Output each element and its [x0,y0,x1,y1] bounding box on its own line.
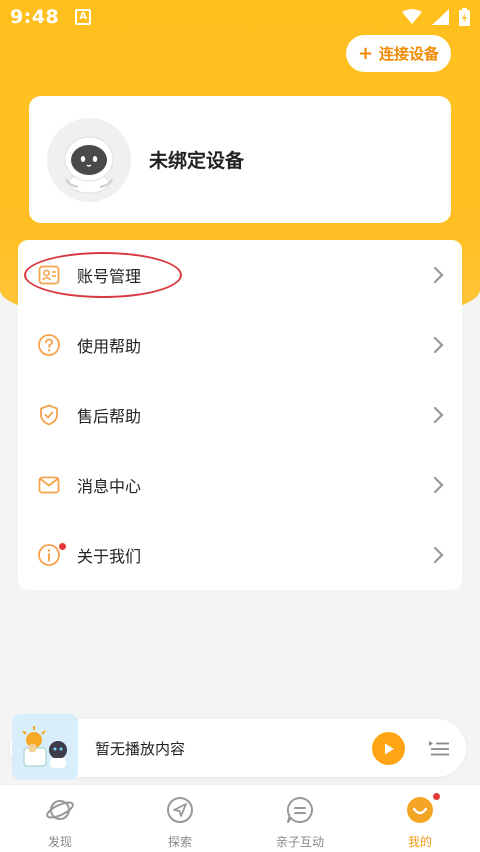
chevron-right-icon [433,266,444,284]
tab-explore[interactable]: 探索 [120,785,240,852]
info-circle-icon [38,544,60,566]
tab-label: 探索 [167,835,192,849]
tab-discover[interactable]: 发现 [0,785,120,852]
connect-device-button[interactable]: + 连接设备 [346,35,451,72]
tab-label: 亲子互动 [275,835,324,849]
chevron-right-icon [433,546,444,564]
chevron-right-icon [433,476,444,494]
playlist-button[interactable] [428,739,450,757]
shield-check-icon [40,404,58,426]
menu-item-after-sales[interactable]: 售后帮助 [18,380,462,450]
menu-item-label: 使用帮助 [77,337,142,356]
menu-item-messages[interactable]: 消息中心 [18,450,462,520]
smiley-face-icon [407,797,433,823]
menu-item-label: 关于我们 [77,547,142,566]
play-button[interactable] [372,732,405,765]
tab-label: 发现 [47,835,72,849]
menu-item-about[interactable]: 关于我们 [18,520,462,590]
device-name: 未绑定设备 [149,150,245,172]
album-cover-thumbnail [12,714,78,780]
device-card[interactable]: 未绑定设备 [29,96,451,223]
status-time: 9:48 [10,6,60,28]
chat-bubble-icon [286,796,313,823]
signal-icon [432,9,449,25]
plus-icon: + [357,42,374,64]
battery-icon [459,8,470,26]
connect-device-label: 连接设备 [379,45,440,63]
mail-icon [38,476,60,494]
about-badge-dot [59,543,66,550]
mini-player[interactable]: 暂无播放内容 [10,714,466,780]
highlight-annotation-ring [24,252,182,298]
tab-label: 我的 [407,835,432,849]
chevron-right-icon [433,406,444,424]
tab-parent-child[interactable]: 亲子互动 [240,785,360,852]
notification-a-icon: A [75,9,92,25]
question-circle-icon [38,334,60,356]
compass-send-icon [167,797,193,823]
chevron-right-icon [433,336,444,354]
bottom-tab-bar: 发现 探索 亲子互动 我的 [0,784,480,852]
status-icons [402,8,470,26]
menu-item-label: 消息中心 [77,477,142,496]
mine-badge-dot [433,793,440,800]
planet-icon [46,800,74,820]
play-icon [384,743,394,754]
menu-item-help[interactable]: 使用帮助 [18,310,462,380]
player-status-text: 暂无播放内容 [95,740,186,758]
tab-mine[interactable]: 我的 [360,785,480,852]
status-bar: 9:48 A [0,0,480,34]
robot-avatar-icon [47,117,131,202]
wifi-icon [402,9,422,24]
menu-item-label: 售后帮助 [77,407,142,426]
